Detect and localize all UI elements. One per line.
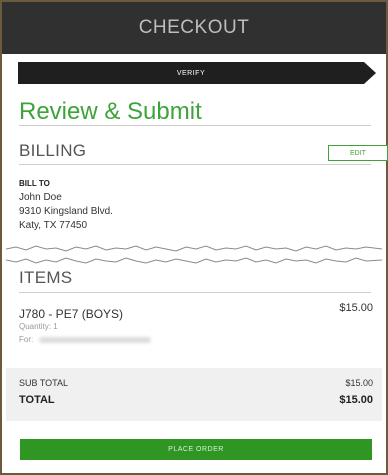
place-order-button[interactable]: PLACE ORDER [20,439,372,460]
total-label: TOTAL [19,394,55,406]
items-section-title: ITEMS [19,268,73,287]
item-quantity: Quantity: 1 [19,322,58,331]
billing-street: 9310 Kingsland Blvd. [19,206,113,217]
billing-section-title: BILLING [19,141,87,160]
subtotal-value: $15.00 [345,378,373,388]
total-value: $15.00 [339,394,373,406]
bill-to-label: BILL TO [19,179,50,188]
divider [19,125,371,126]
step-arrow-icon [364,62,376,84]
page-header-title: CHECKOUT [138,17,250,38]
redacted-student-name [39,337,151,343]
step-verify: VERIFY [18,62,364,84]
page-tear-divider [6,245,382,264]
billing-city-state-zip: Katy, TX 77450 [19,220,88,231]
subtotal-label: SUB TOTAL [19,378,69,388]
divider [19,292,371,293]
app-frame: CHECKOUT VERIFY Review & Submit BILLING … [0,0,388,475]
totals-panel: SUB TOTAL $15.00 TOTAL $15.00 [6,368,382,421]
item-price: $15.00 [339,302,373,314]
item-name: J780 - PE7 (BOYS) [19,307,124,321]
checkout-content: VERIFY Review & Submit BILLING EDIT BILL… [6,54,388,473]
page-title: Review & Submit [19,98,202,125]
header-bar: CHECKOUT [2,2,386,54]
billing-name: John Doe [19,192,62,203]
divider [19,164,371,165]
edit-billing-button[interactable]: EDIT [328,145,388,161]
item-for-label: For: [19,335,34,344]
step-verify-label: VERIFY [176,69,206,77]
